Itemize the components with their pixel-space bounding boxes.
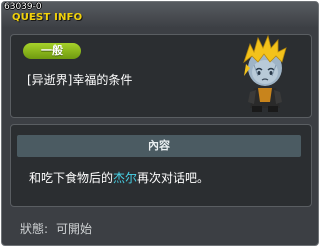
quest-content-panel: 內容 和吃下食物后的杰尔再次对话吧。 xyxy=(10,124,312,207)
status-label: 狀態: xyxy=(20,222,49,236)
quest-name: [异逝界]幸福的条件 xyxy=(27,73,133,87)
content-header: 內容 xyxy=(17,135,301,157)
quest-info-window: 63039-0 QUEST INFO 一般 [异逝界]幸福的条件 內容 和吃下食… xyxy=(1,1,319,246)
character-sprite-icon xyxy=(243,34,287,112)
quest-id: 63039-0 xyxy=(4,2,42,12)
status-value: 可開始 xyxy=(56,222,93,236)
window-title: QUEST INFO xyxy=(12,12,83,23)
content-text-before: 和吃下食物后的 xyxy=(29,171,114,185)
quest-category-badge: 一般 xyxy=(23,43,81,59)
content-text: 和吃下食物后的杰尔再次对话吧。 xyxy=(29,169,209,186)
quest-summary-panel: 一般 [异逝界]幸福的条件 xyxy=(10,34,312,118)
npc-name-link: 杰尔 xyxy=(113,171,138,185)
quest-status: 狀態: 可開始 xyxy=(20,220,92,237)
content-text-after: 再次对话吧。 xyxy=(137,171,210,185)
